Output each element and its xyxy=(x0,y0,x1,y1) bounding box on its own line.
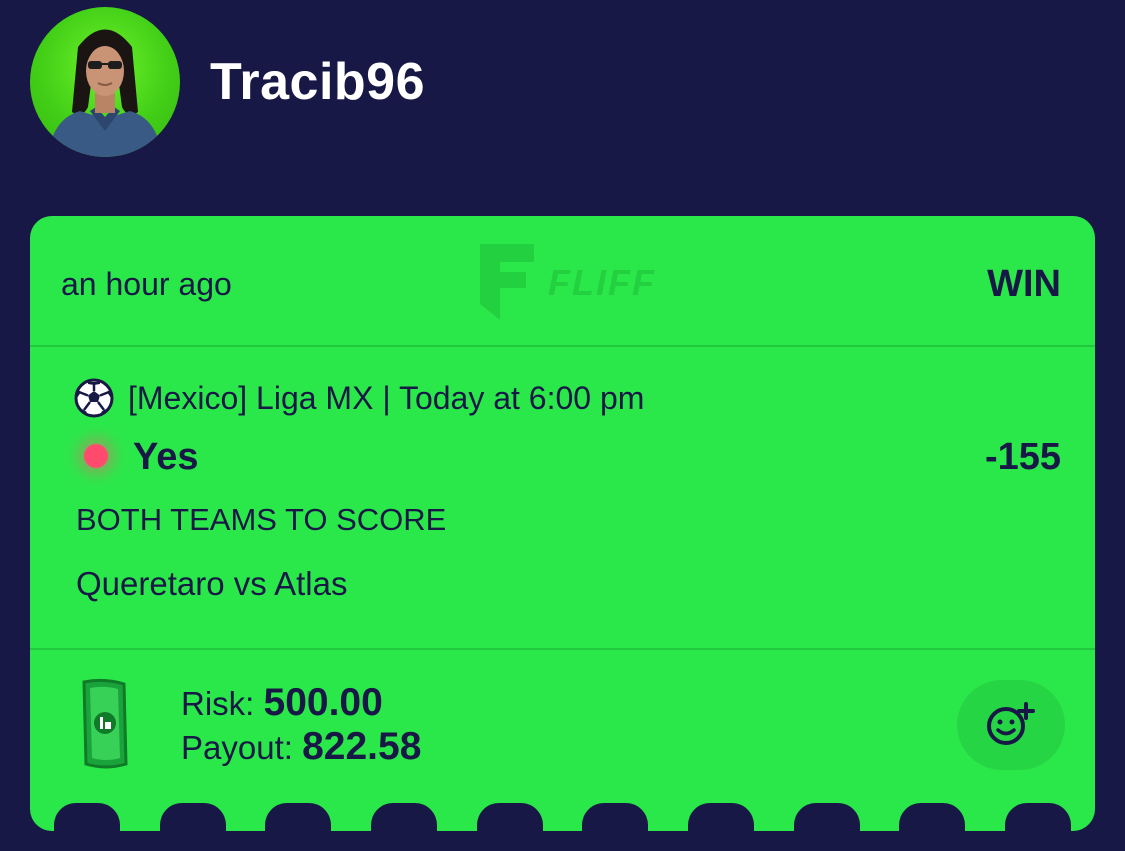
card-divider xyxy=(30,648,1095,650)
bet-timestamp: an hour ago xyxy=(61,266,232,302)
fliff-logo-text: FLIFF xyxy=(548,262,656,303)
live-indicator-dot xyxy=(84,444,108,468)
payout-value: 822.58 xyxy=(302,725,422,768)
event-info: [Mexico] Liga MX | Today at 6:00 pm xyxy=(74,376,644,420)
bet-market: BOTH TEAMS TO SCORE xyxy=(76,502,447,537)
fliff-logo-icon xyxy=(480,244,534,320)
event-league-time: [Mexico] Liga MX | Today at 6:00 pm xyxy=(128,380,645,416)
ticket-notch xyxy=(160,803,226,851)
ticket-notch xyxy=(477,803,543,851)
ticket-notch xyxy=(54,803,120,851)
ticket-notch xyxy=(899,803,965,851)
bet-odds: -155 xyxy=(984,436,1061,478)
risk-amount: Risk: 500.00 xyxy=(181,682,383,725)
risk-value: 500.00 xyxy=(263,681,383,724)
payout-amount: Payout: 822.58 xyxy=(181,726,421,769)
bet-matchup: Queretaro vs Atlas xyxy=(76,565,348,602)
card-divider xyxy=(30,345,1095,347)
fliff-logo: FLIFF xyxy=(476,240,656,324)
add-emoji-icon xyxy=(987,702,1035,745)
add-reaction-button[interactable] xyxy=(957,680,1065,770)
ticket-notch xyxy=(688,803,754,851)
ticket-notch xyxy=(265,803,331,851)
username[interactable]: Tracib96 xyxy=(210,52,425,112)
ticket-notch xyxy=(371,803,437,851)
ticket-notch xyxy=(794,803,860,851)
bet-share-screen: Tracib96 an hour ago FLIFF WIN [Mexico] … xyxy=(0,0,1125,851)
soccer-ball-icon xyxy=(74,378,114,418)
user-avatar[interactable] xyxy=(30,7,180,157)
bet-selection: Yes xyxy=(133,436,199,478)
bet-card[interactable]: an hour ago FLIFF WIN [Mexico] Liga MX |… xyxy=(30,216,1095,831)
ticket-notch xyxy=(582,803,648,851)
payout-label: Payout: xyxy=(181,729,293,766)
bet-result-badge: WIN xyxy=(987,263,1061,305)
cash-bill-icon xyxy=(82,678,128,769)
ticket-notch xyxy=(1005,803,1071,851)
risk-label: Risk: xyxy=(181,685,255,722)
avatar-figure-icon xyxy=(48,29,162,157)
